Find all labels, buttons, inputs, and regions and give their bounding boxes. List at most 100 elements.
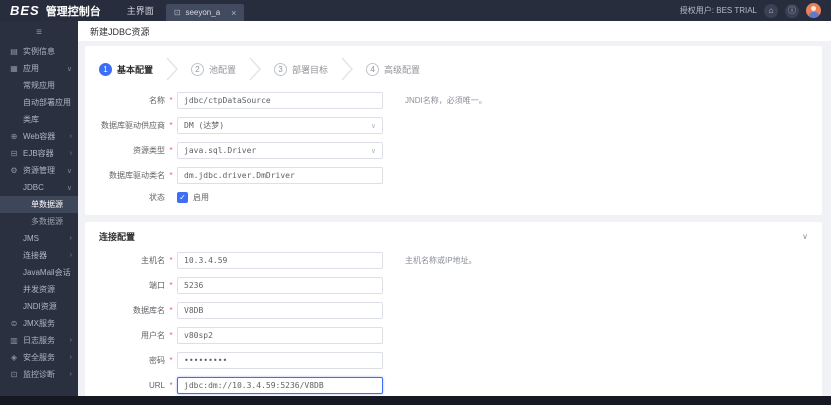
monitor-icon: ⊡ bbox=[10, 370, 18, 379]
step-pool-config[interactable]: 2 池配置 bbox=[191, 62, 236, 76]
page-title: 新建JDBC资源 bbox=[90, 26, 150, 37]
chevron-right-icon: › bbox=[69, 133, 72, 140]
collapse-section-icon[interactable]: ∨ bbox=[802, 232, 808, 241]
sidebar-item-instance-info[interactable]: ▤ 实例信息 bbox=[0, 43, 78, 60]
chevron-down-icon: ∨ bbox=[66, 184, 72, 192]
top-header: BES 管理控制台 主界面 ⊡ seeyon_a × 授权用户: BES TRI… bbox=[0, 0, 831, 21]
form-row-hostname: 主机名 * 主机名称或IP地址。 bbox=[99, 252, 808, 269]
wizard-steps: 1 基本配置 2 池配置 3 部署目标 4 高级配置 bbox=[99, 54, 808, 92]
sidebar-item-libraries[interactable]: 类库 bbox=[0, 111, 78, 128]
sidebar-item-resource-mgmt[interactable]: ⚙ 资源管理 ∨ bbox=[0, 162, 78, 179]
database-name-input[interactable] bbox=[177, 302, 383, 319]
driver-vendor-select[interactable]: DM (达梦) ∨ bbox=[177, 117, 383, 134]
sidebar-item-concurrency-resources[interactable]: 并发资源 bbox=[0, 281, 78, 298]
chevron-right-icon: › bbox=[69, 235, 72, 242]
field-label: 状态 bbox=[149, 193, 165, 202]
field-label: 数据库名 bbox=[133, 306, 165, 315]
checkbox-label: 启用 bbox=[193, 193, 209, 202]
ejb-container-icon: ⊟ bbox=[10, 149, 18, 158]
section-title: 连接配置 bbox=[99, 232, 136, 242]
logo-bes-text: BES bbox=[10, 2, 40, 18]
required-asterisk: * bbox=[169, 121, 173, 130]
name-input[interactable] bbox=[177, 92, 383, 109]
tab-server[interactable]: ⊡ seeyon_a × bbox=[165, 4, 245, 21]
close-icon[interactable]: × bbox=[231, 8, 236, 18]
server-tab-icon: ⊡ bbox=[173, 8, 181, 17]
sidebar-item-applications[interactable]: ▦ 应用 ∨ bbox=[0, 60, 78, 77]
step-separator-icon bbox=[248, 56, 262, 82]
url-input[interactable] bbox=[177, 377, 383, 394]
step-number: 4 bbox=[366, 62, 380, 76]
security-icon: ◈ bbox=[10, 353, 18, 362]
form-row-username: 用户名 * bbox=[99, 327, 808, 344]
instance-icon: ▤ bbox=[10, 47, 18, 56]
field-hint: 主机名称或IP地址。 bbox=[405, 256, 477, 265]
required-asterisk: * bbox=[169, 381, 173, 390]
sidebar-item-connectors[interactable]: 连接器 › bbox=[0, 247, 78, 264]
apps-icon: ▦ bbox=[10, 64, 18, 73]
required-asterisk: * bbox=[169, 256, 173, 265]
sidebar-item-javamail-session[interactable]: JavaMail会话 bbox=[0, 264, 78, 281]
form-row-database-name: 数据库名 * bbox=[99, 302, 808, 319]
sidebar-item-autodeploy-apps[interactable]: 自动部署应用 bbox=[0, 94, 78, 111]
enabled-checkbox[interactable]: ✓ bbox=[177, 192, 188, 203]
sidebar-item-regular-apps[interactable]: 常规应用 bbox=[0, 77, 78, 94]
sidebar-item-ejb-container[interactable]: ⊟ EJB容器 › bbox=[0, 145, 78, 162]
home-icon[interactable]: ⌂ bbox=[764, 3, 778, 18]
step-separator-icon bbox=[340, 56, 354, 82]
step-number: 1 bbox=[99, 62, 112, 76]
server-tab-label: seeyon_a bbox=[185, 8, 221, 17]
step-separator-icon bbox=[165, 56, 179, 82]
menu-main-screen[interactable]: 主界面 bbox=[115, 4, 166, 17]
chevron-right-icon: › bbox=[69, 354, 72, 361]
sidebar-item-monitor-diagnosis[interactable]: ⊡ 监控诊断 › bbox=[0, 366, 78, 383]
form-row-name: 名称 * JNDI名称，必须唯一。 bbox=[99, 92, 808, 109]
username-input[interactable] bbox=[177, 327, 383, 344]
required-asterisk: * bbox=[169, 306, 173, 315]
sidebar-item-log-service[interactable]: ▥ 日志服务 › bbox=[0, 332, 78, 349]
form-row-port: 端口 * bbox=[99, 277, 808, 294]
step-basic-config[interactable]: 1 基本配置 bbox=[99, 62, 153, 76]
resource-type-select[interactable]: java.sql.Driver ∨ bbox=[177, 142, 383, 159]
port-input[interactable] bbox=[177, 277, 383, 294]
field-label: 用户名 bbox=[141, 331, 165, 340]
sidebar-item-security-service[interactable]: ◈ 安全服务 › bbox=[0, 349, 78, 366]
sidebar-item-jms[interactable]: JMS › bbox=[0, 230, 78, 247]
connection-config-card: 连接配置 ∨ 主机名 * 主机名称或IP地址。 端口 * 数据库名 * bbox=[85, 222, 822, 396]
form-row-password: 密码 * bbox=[99, 352, 808, 369]
logo-product-text: 管理控制台 bbox=[45, 5, 101, 18]
field-label: 名称 bbox=[149, 96, 165, 105]
licensed-user-label: 授权用户: BES TRIAL bbox=[679, 6, 757, 15]
step-advanced-config[interactable]: 4 高级配置 bbox=[366, 62, 420, 76]
sidebar-item-jdbc[interactable]: JDBC ∨ bbox=[0, 179, 78, 196]
avatar[interactable] bbox=[806, 3, 821, 18]
form-row-resource-type: 资源类型 * java.sql.Driver ∨ bbox=[99, 142, 808, 159]
chevron-down-icon: ∨ bbox=[370, 147, 376, 155]
chevron-right-icon: › bbox=[69, 337, 72, 344]
step-number: 2 bbox=[191, 62, 205, 76]
chevron-right-icon: › bbox=[69, 371, 72, 378]
field-label: 端口 bbox=[149, 281, 165, 290]
field-label: URL bbox=[148, 381, 165, 390]
field-hint: JNDI名称，必须唯一。 bbox=[405, 96, 487, 105]
sidebar: ≡ ▤ 实例信息 ▦ 应用 ∨ 常规应用 自动部署应用 类库 ⊕ Web容器 ›… bbox=[0, 21, 78, 396]
step-number: 3 bbox=[274, 62, 288, 76]
required-asterisk: * bbox=[169, 281, 173, 290]
required-asterisk: * bbox=[169, 331, 173, 340]
driver-class-input[interactable] bbox=[177, 167, 383, 184]
chevron-right-icon: › bbox=[69, 252, 72, 259]
web-container-icon: ⊕ bbox=[10, 132, 18, 141]
sidebar-item-jmx-service[interactable]: ⊜ JMX服务 bbox=[0, 315, 78, 332]
hostname-input[interactable] bbox=[177, 252, 383, 269]
sidebar-item-single-datasource[interactable]: 单数据源 bbox=[0, 196, 78, 213]
password-input[interactable] bbox=[177, 352, 383, 369]
collapse-sidebar-icon[interactable]: ≡ bbox=[36, 27, 42, 38]
info-icon[interactable]: ⓘ bbox=[785, 3, 799, 18]
step-deploy-target[interactable]: 3 部署目标 bbox=[274, 62, 328, 76]
sidebar-item-multi-datasource[interactable]: 多数据源 bbox=[0, 213, 78, 230]
form-row-url: URL * bbox=[99, 377, 808, 394]
sidebar-item-jndi-resources[interactable]: JNDI资源 bbox=[0, 298, 78, 315]
chevron-right-icon: › bbox=[69, 150, 72, 157]
sidebar-item-web-container[interactable]: ⊕ Web容器 › bbox=[0, 128, 78, 145]
field-label: 主机名 bbox=[141, 256, 165, 265]
